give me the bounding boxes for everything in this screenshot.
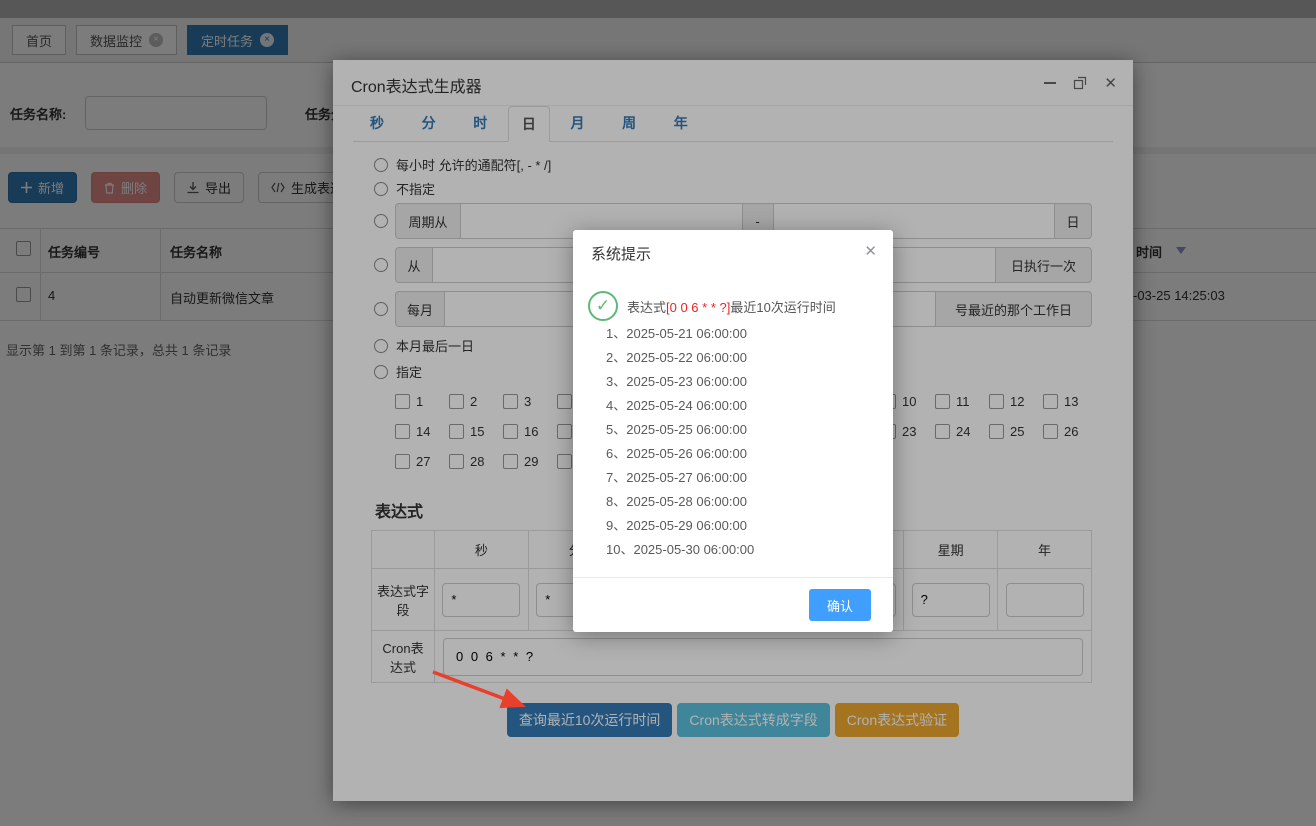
run-time-item: 4、2025-05-24 06:00:00 [606,394,754,418]
message-prefix: 表达式 [627,300,666,315]
dialog-message: ✓ 表达式[0 0 6 * * ?]最近10次运行时间 [588,291,836,321]
run-time-item: 5、2025-05-25 06:00:00 [606,418,754,442]
run-time-item: 1、2025-05-21 06:00:00 [606,322,754,346]
run-time-item: 9、2025-05-29 06:00:00 [606,514,754,538]
run-time-item: 2、2025-05-22 06:00:00 [606,346,754,370]
run-time-item: 6、2025-05-26 06:00:00 [606,442,754,466]
run-time-item: 8、2025-05-28 06:00:00 [606,490,754,514]
dialog-title: 系统提示 [591,243,651,264]
run-time-item: 7、2025-05-27 06:00:00 [606,466,754,490]
message-expression: [0 0 6 * * ?] [666,300,730,315]
dialog-footer: 确认 [573,577,893,632]
confirm-button[interactable]: 确认 [809,589,871,621]
success-check-icon: ✓ [588,291,618,321]
system-prompt-dialog: 系统提示 ✕ ✓ 表达式[0 0 6 * * ?]最近10次运行时间 1、202… [573,230,893,632]
message-suffix: 最近10次运行时间 [730,300,835,315]
run-time-item: 10、2025-05-30 06:00:00 [606,538,754,562]
run-time-item: 3、2025-05-23 06:00:00 [606,370,754,394]
run-times-list: 1、2025-05-21 06:00:00 2、2025-05-22 06:00… [606,322,754,562]
app-screen: 首页 数据监控 × 定时任务 × 任务名称: 任务分组 新增 删除 导出 生成表… [0,0,1316,826]
close-icon[interactable]: ✕ [864,242,877,260]
